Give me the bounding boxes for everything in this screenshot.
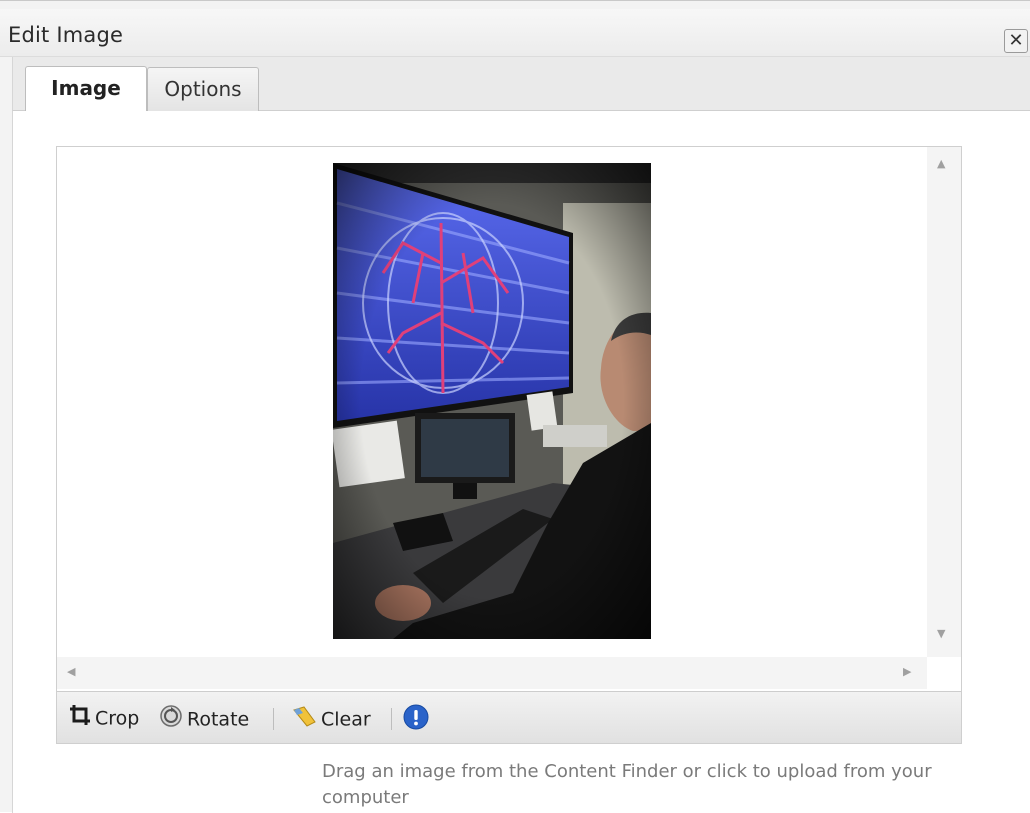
toolbar-divider <box>273 708 274 730</box>
vertical-scrollbar[interactable]: ▲ ▼ <box>927 147 961 657</box>
crop-icon <box>69 704 91 734</box>
clear-button[interactable]: Clear <box>291 704 371 732</box>
scroll-down-icon[interactable]: ▼ <box>937 627 945 640</box>
tab-options[interactable]: Options <box>147 67 259 111</box>
image-drop-area[interactable]: ▲ ▼ ◀ ▶ Crop Rotate Clear <box>56 146 962 744</box>
scroll-up-icon[interactable]: ▲ <box>937 157 945 170</box>
tab-image[interactable]: Image <box>25 66 147 112</box>
edit-image-dialog: Edit Image ✕ Image Options ▲ ▼ ◀ ▶ Crop … <box>0 0 1030 813</box>
uploaded-image <box>333 163 651 639</box>
eraser-icon <box>291 704 317 736</box>
rotate-button[interactable]: Rotate <box>159 704 249 732</box>
image-viewport <box>57 147 927 657</box>
info-button[interactable] <box>403 704 433 732</box>
rotate-icon <box>159 704 183 736</box>
scroll-left-icon[interactable]: ◀ <box>67 665 75 678</box>
crop-label: Crop <box>95 707 140 730</box>
dialog-titlebar: Edit Image ✕ <box>0 9 1030 57</box>
toolbar-divider <box>391 708 392 730</box>
tab-bar: Image Options <box>12 57 1030 112</box>
image-toolbar: Crop Rotate Clear <box>57 691 961 743</box>
scroll-right-icon[interactable]: ▶ <box>903 665 911 678</box>
dialog-title: Edit Image <box>8 23 124 47</box>
info-icon <box>403 704 429 738</box>
upload-hint[interactable]: Drag an image from the Content Finder or… <box>322 759 982 811</box>
clear-label: Clear <box>321 708 371 731</box>
horizontal-scrollbar[interactable]: ◀ ▶ <box>57 657 927 689</box>
close-icon: ✕ <box>1008 30 1024 51</box>
close-button[interactable]: ✕ <box>1004 29 1028 53</box>
rotate-label: Rotate <box>187 708 250 731</box>
crop-button[interactable]: Crop <box>69 704 139 732</box>
